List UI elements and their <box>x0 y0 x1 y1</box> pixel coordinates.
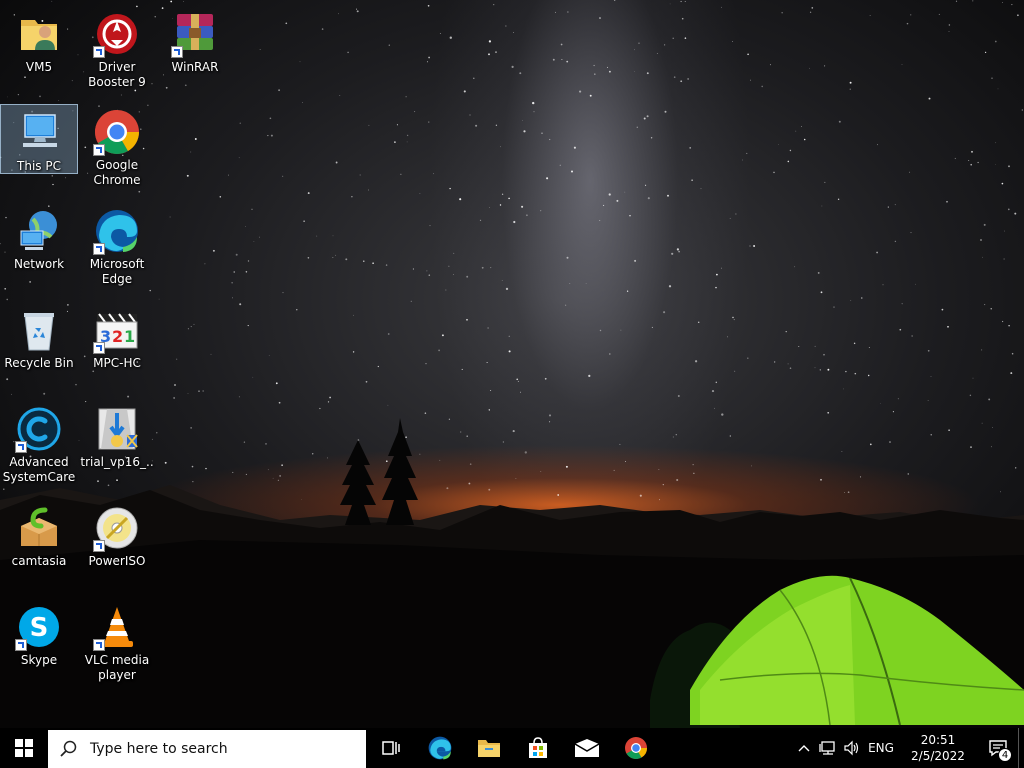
taskbar-file-explorer-button[interactable] <box>464 728 513 768</box>
shortcut-arrow-icon <box>93 46 105 58</box>
svg-text:1: 1 <box>124 327 135 346</box>
desktop-icon-label: Microsoft Edge <box>89 257 145 286</box>
taskbar-store-button[interactable] <box>513 728 562 768</box>
system-tray: ENG 20:51 2/5/2022 4 <box>792 728 1024 768</box>
shortcut-arrow-icon <box>15 639 27 651</box>
desktop-icon-trial-vp16[interactable]: trial_vp16_... <box>78 401 156 495</box>
taskbar-search-box[interactable]: Type here to search <box>48 730 366 768</box>
taskbar-edge-button[interactable] <box>415 728 464 768</box>
desktop-icon-mpc-hc[interactable]: 3 2 1 MPC-HC <box>78 302 156 396</box>
shortcut-arrow-icon <box>93 243 105 255</box>
network-icon <box>20 211 57 250</box>
clock-date: 2/5/2022 <box>911 749 965 763</box>
desktop-icon-label: trial_vp16_... <box>80 455 154 484</box>
shortcut-arrow-icon <box>93 144 105 156</box>
chrome-icon <box>624 737 647 759</box>
task-view-icon <box>381 741 400 755</box>
file-explorer-icon <box>477 740 500 757</box>
desktop-icon-label: MPC-HC <box>93 356 141 370</box>
edge-icon <box>428 736 451 760</box>
taskbar-chrome-button[interactable] <box>611 728 660 768</box>
shortcut-arrow-icon <box>171 46 183 58</box>
desktop-icon-vm5[interactable]: VM5 <box>0 6 78 100</box>
recycle-bin-icon <box>24 313 54 351</box>
desktop-icon-google-chrome[interactable]: Google Chrome <box>78 104 156 198</box>
desktop[interactable]: VM5 Driver Booster 9 WinRAR This PC Goog… <box>0 0 1024 728</box>
taskbar: Type here to search ENG 20:51 2/5/2022 4 <box>0 728 1024 768</box>
svg-text:S: S <box>30 613 49 643</box>
taskbar-mail-button[interactable] <box>562 728 611 768</box>
search-placeholder: Type here to search <box>90 741 228 757</box>
chevron-up-icon <box>798 745 810 752</box>
desktop-icon-winrar[interactable]: WinRAR <box>156 6 234 100</box>
volume-button[interactable] <box>840 728 864 768</box>
show-desktop-button[interactable] <box>1018 728 1024 768</box>
network-status-button[interactable] <box>816 728 840 768</box>
desktop-icon-vlc[interactable]: VLC media player <box>78 599 156 693</box>
clock-time: 20:51 <box>920 733 956 747</box>
desktop-icon-label: Network <box>13 257 65 271</box>
desktop-icon-label: This PC <box>17 159 61 173</box>
this-pc-icon <box>23 114 57 147</box>
action-center-button[interactable]: 4 <box>978 728 1018 768</box>
desktop-icon-microsoft-edge[interactable]: Microsoft Edge <box>78 203 156 297</box>
desktop-icon-label: camtasia <box>11 554 67 568</box>
network-status-icon <box>819 741 835 755</box>
desktop-icon-label: VLC media player <box>84 653 150 682</box>
store-icon <box>528 737 547 758</box>
desktop-icon-label: PowerISO <box>88 554 146 568</box>
shortcut-arrow-icon <box>15 441 27 453</box>
desktop-icon-camtasia[interactable]: camtasia <box>0 500 78 594</box>
search-icon <box>60 740 77 757</box>
desktop-icon-poweriso[interactable]: PowerISO <box>78 500 156 594</box>
svg-text:2: 2 <box>112 327 123 346</box>
show-hidden-icons-button[interactable] <box>792 728 816 768</box>
windows-logo-icon <box>15 739 33 757</box>
desktop-icon-label: Recycle Bin <box>4 356 74 370</box>
desktop-icon-advanced-systemcare[interactable]: Advanced SystemCare <box>0 401 78 495</box>
desktop-icon-label: Advanced SystemCare <box>2 455 76 484</box>
user-folder-icon <box>21 20 57 50</box>
notification-count-badge: 4 <box>998 748 1012 762</box>
desktop-icon-this-pc[interactable]: This PC <box>0 104 78 174</box>
desktop-icon-label: WinRAR <box>171 60 219 74</box>
shortcut-arrow-icon <box>93 342 105 354</box>
task-view-button[interactable] <box>366 728 415 768</box>
start-button[interactable] <box>0 728 48 768</box>
installer-icon <box>98 408 138 450</box>
desktop-icon-label: VM5 <box>25 60 53 74</box>
clock[interactable]: 20:51 2/5/2022 <box>898 728 978 768</box>
speaker-icon <box>844 740 859 756</box>
desktop-icon-label: Driver Booster 9 <box>88 60 146 89</box>
mail-icon <box>574 739 599 757</box>
desktop-icon-skype[interactable]: S Skype <box>0 599 78 693</box>
desktop-icon-label: Skype <box>20 653 58 667</box>
desktop-icon-recycle-bin[interactable]: Recycle Bin <box>0 302 78 396</box>
input-language-button[interactable]: ENG <box>864 728 898 768</box>
desktop-icon-network[interactable]: Network <box>0 203 78 297</box>
desktop-icon-driver-booster[interactable]: Driver Booster 9 <box>78 6 156 100</box>
shortcut-arrow-icon <box>93 540 105 552</box>
camtasia-icon <box>21 507 57 546</box>
desktop-icon-label: Google Chrome <box>93 158 141 187</box>
shortcut-arrow-icon <box>93 639 105 651</box>
